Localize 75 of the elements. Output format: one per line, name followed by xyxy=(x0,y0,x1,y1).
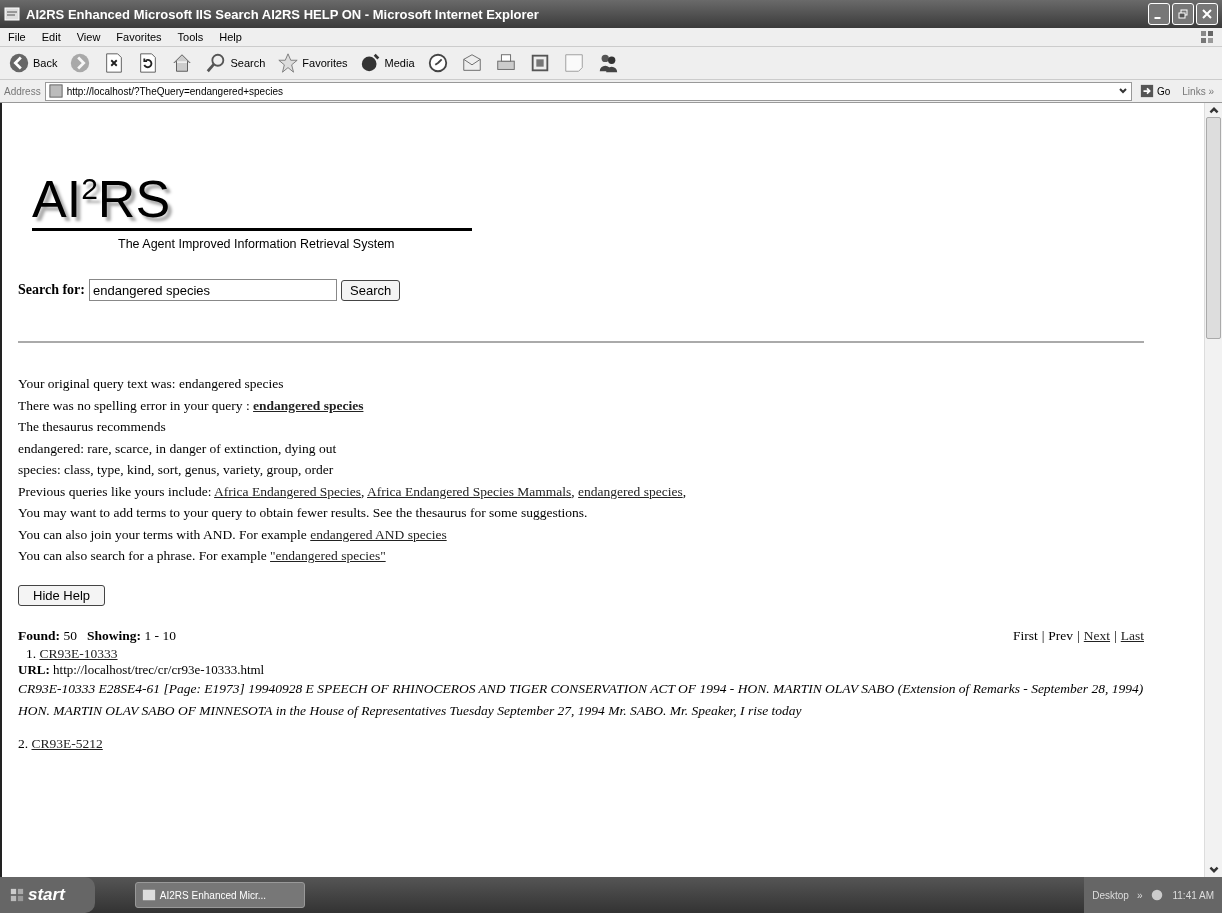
result-url: URL: http://localhost/trec/cr/cr93e-10333.html xyxy=(18,661,266,678)
pager-label: Prev xyxy=(1048,627,1074,644)
restore-icon xyxy=(1178,9,1188,19)
result-link[interactable]: CR93E-5212 xyxy=(31,735,103,751)
result-number: 1. xyxy=(26,645,37,661)
help-text: The thesaurus recommends xyxy=(18,418,167,437)
browser-icon xyxy=(4,6,20,22)
query-link[interactable]: "endangered species" xyxy=(270,548,386,564)
pager-link[interactable]: Last xyxy=(1120,627,1144,644)
pager-link[interactable]: Next xyxy=(1083,627,1111,644)
pager-separator: | xyxy=(1114,627,1117,644)
query-link[interactable]: endangered species xyxy=(578,483,683,499)
windows-logo-icon xyxy=(1198,29,1216,45)
home-icon xyxy=(171,52,194,74)
menu-item[interactable]: View xyxy=(68,31,109,43)
page-icon xyxy=(562,52,585,74)
page-icon xyxy=(48,84,63,98)
menu-item[interactable]: Tools xyxy=(169,31,212,43)
menu-item[interactable]: Edit xyxy=(33,31,69,43)
toolbar-button[interactable]: Favorites xyxy=(273,50,352,76)
query-link[interactable]: endangered AND species xyxy=(310,526,447,542)
query-link[interactable]: endangered species xyxy=(253,397,364,413)
go-button[interactable]: Go xyxy=(1135,84,1175,98)
address-label: Address xyxy=(4,85,41,97)
logo: AI$^{2}$RS xyxy=(32,171,472,232)
minimize-icon xyxy=(1154,17,1161,19)
scrollbar[interactable] xyxy=(1204,103,1222,877)
result-link[interactable]: CR93E-10333 xyxy=(39,645,118,661)
search-field[interactable]: endangered species xyxy=(89,279,337,302)
menu-item[interactable]: Favorites xyxy=(108,31,170,43)
address-field[interactable]: http://localhost/?TheQuery=endangered+species xyxy=(44,81,1132,101)
close-button[interactable] xyxy=(1196,3,1218,25)
pager-separator: | xyxy=(1077,627,1080,644)
clock: 11:41 AM xyxy=(1172,889,1214,901)
help-text: You can also join your terms with AND. For example endangered AND species xyxy=(18,525,448,544)
help-text: endangered: rare, scarce, in danger of extinction, dying out xyxy=(18,439,338,458)
browser-icon xyxy=(141,888,156,902)
tray-label: Desktop xyxy=(1092,889,1129,901)
scroll-thumb[interactable] xyxy=(1206,117,1221,339)
start-button[interactable]: start xyxy=(0,877,95,913)
envelope-icon xyxy=(460,52,483,74)
help-text: species: class, type, kind, sort, genus, variety, group, order xyxy=(18,461,335,480)
result-count: Found: 50 Showing: 1 - 10 xyxy=(18,627,176,644)
clock-icon xyxy=(426,52,449,74)
help-text: Previous queries like yours include: Africa Endangered Species, Africa Endangered Species Mammals, endangered species, xyxy=(18,482,688,501)
help-text: You can also search for a phrase. For example "endangered species" xyxy=(18,547,387,566)
result-number: 2. xyxy=(18,735,29,751)
search-label: Search for: xyxy=(18,282,85,299)
hide-help-button[interactable]: Hide Help xyxy=(18,584,106,606)
toolbar-button[interactable]: Media xyxy=(355,50,419,76)
taskbar-task[interactable]: AI2RS Enhanced Micr... xyxy=(134,882,305,908)
menu-item[interactable]: File xyxy=(0,31,34,43)
result-snippet: CR93E-10333 E28SE4-61 [Page: E1973] 19940928 E SPEECH OF RHINOCEROS AND TIGER CONSERVATION ACT OF 1994 - HON. MARTIN OLAV SABO (Extension of Remarks - September 28, 1994) HON. MARTIN OLAV SABO OF MINNESOTA in the House of Representatives Tuesday September 27, 1994 Mr. SABO. Mr. Speaker, I rise today xyxy=(18,679,1144,720)
search-button[interactable]: Search xyxy=(341,279,401,301)
window-title: AI2RS Enhanced Microsoft IIS Search AI2RS HELP ON - Microsoft Internet Explorer xyxy=(26,6,539,22)
pager-separator: | xyxy=(1041,627,1045,644)
dropdown-caret-icon[interactable] xyxy=(1117,86,1128,96)
tagline: The Agent Improved Information Retrieval System xyxy=(118,237,396,252)
menu-item[interactable]: Help xyxy=(211,31,250,43)
tray-expand[interactable]: » xyxy=(1136,889,1143,901)
network-icon[interactable] xyxy=(1150,888,1165,902)
links-button[interactable]: Links » xyxy=(1178,85,1218,97)
close-icon xyxy=(1202,9,1212,19)
pager-label: First xyxy=(1012,627,1038,644)
toolbar-button[interactable]: Back xyxy=(4,50,62,76)
media-icon xyxy=(359,52,382,74)
arrow-icon xyxy=(1139,84,1154,98)
windows-logo-icon xyxy=(10,888,24,902)
restore-button[interactable] xyxy=(1172,3,1194,25)
toolbar-button[interactable]: Search xyxy=(201,50,270,76)
help-text: Your original query text was: endangered species xyxy=(18,375,285,394)
minimize-button[interactable] xyxy=(1148,3,1170,25)
help-text: There was no spelling error in your query : endangered species xyxy=(18,396,365,415)
star-icon xyxy=(277,52,300,74)
help-text: You may want to add terms to your query to obtain fewer results. See the thesaurus for some suggestions. xyxy=(18,504,589,523)
